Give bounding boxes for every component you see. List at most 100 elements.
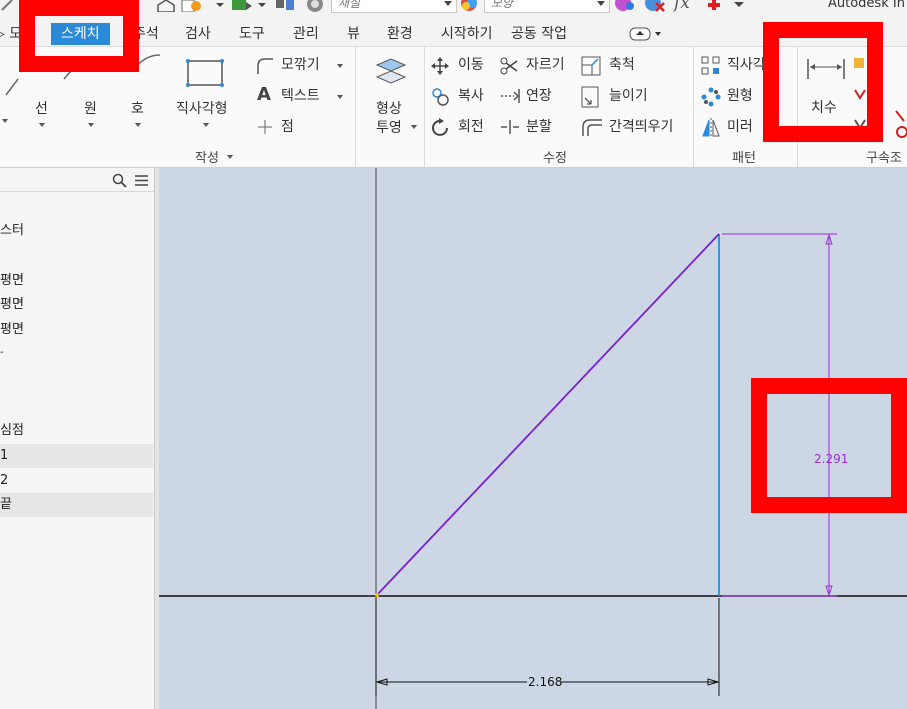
trim-scissors-icon[interactable] [500, 57, 518, 75]
app-title: Autodesk In [828, 0, 905, 11]
appearance-override-icon[interactable] [614, 0, 638, 12]
extend-icon[interactable] [500, 88, 520, 104]
chevron-down-icon[interactable] [216, 0, 224, 12]
horizontal-dimension-value[interactable]: 2.168 [528, 675, 562, 689]
rotate-tool-button[interactable]: 회전 [458, 118, 484, 136]
trim-tool-button[interactable]: 자르기 [526, 56, 565, 74]
tree-item[interactable]: 2 [0, 469, 153, 493]
search-icon[interactable] [112, 173, 127, 188]
copy-icon[interactable] [431, 87, 451, 107]
chevron-down-icon[interactable] [2, 119, 8, 123]
circle-tool-button[interactable]: 원 [84, 100, 97, 118]
copy-tool-button[interactable]: 복사 [458, 87, 484, 105]
tab-get-started[interactable]: 시작하기 [441, 23, 493, 45]
tree-item[interactable]: 평면 [0, 269, 153, 293]
scale-icon[interactable] [581, 56, 601, 76]
stretch-tool-button[interactable]: 늘이기 [609, 87, 648, 105]
project-geometry-label-1[interactable]: 형상 [376, 100, 402, 118]
chevron-down-icon[interactable] [337, 95, 343, 99]
extend-tool-button[interactable]: 연장 [526, 87, 552, 105]
tab-manage[interactable]: 관리 [293, 23, 319, 45]
chevron-down-icon[interactable] [135, 123, 141, 127]
stretch-icon[interactable] [581, 86, 601, 108]
sketch-canvas[interactable]: 2.168 2.291 [159, 168, 907, 709]
tab-inspect[interactable]: 검사 [185, 23, 211, 45]
tab-view[interactable]: 뷰 [347, 23, 360, 45]
home-icon[interactable] [155, 0, 177, 12]
ribbon-separator [693, 47, 694, 167]
move-tool-button[interactable]: 이동 [458, 56, 484, 74]
create-shapes-icons [5, 54, 161, 96]
parameters-fx-button[interactable]: fx [674, 0, 690, 12]
quick-access-toolbar: 재질 모양 fx Autodesk In [0, 0, 907, 20]
new-file-icon[interactable] [180, 0, 206, 12]
chevron-down-icon[interactable] [88, 123, 94, 127]
create-group-label[interactable]: 작성 [195, 147, 234, 166]
mirror-button[interactable]: 미러 [727, 118, 753, 136]
rectangle-icon[interactable] [186, 59, 226, 89]
offset-tool-button[interactable]: 간격띄우기 [609, 118, 673, 136]
project-geometry-icon[interactable] [371, 55, 411, 91]
point-icon[interactable] [257, 119, 273, 135]
show-constraints-icon[interactable] [892, 107, 907, 141]
scale-tool-button[interactable]: 축척 [609, 56, 635, 74]
split-icon[interactable] [500, 119, 520, 135]
mirror-icon[interactable] [701, 118, 721, 138]
tab-sketch[interactable]: 스케치 [51, 23, 110, 45]
split-tool-button[interactable]: 분할 [526, 118, 552, 136]
project-geometry-label-2[interactable]: 투영 [376, 119, 402, 137]
tree-item[interactable]: 평면 [0, 318, 153, 342]
material-combo[interactable]: 재질 [331, 0, 457, 13]
rectangular-pattern-button[interactable]: 직사각형 [727, 56, 779, 74]
measure-icon[interactable] [274, 0, 296, 12]
ribbon-display-toggle-icon[interactable] [629, 27, 665, 41]
tree-item[interactable]: 스터 [0, 219, 153, 243]
rectangular-pattern-icon[interactable] [701, 56, 721, 76]
pencil-icon[interactable] [0, 0, 20, 12]
text-tool-button[interactable]: 텍스트 [281, 87, 320, 105]
rectangle-tool-button[interactable]: 직사각형 [176, 100, 228, 118]
tab-model[interactable]: ▷ 모 [0, 23, 22, 45]
dimension-tool-button[interactable]: 치수 [811, 99, 837, 117]
tab-environments[interactable]: 환경 [387, 23, 413, 45]
chevron-down-icon [597, 1, 605, 6]
move-icon[interactable] [431, 57, 449, 75]
arc-tool-button[interactable]: 호 [131, 100, 144, 118]
fillet-tool-button[interactable]: 모깎기 [281, 56, 320, 74]
rotate-icon[interactable] [431, 118, 451, 138]
chevron-down-icon[interactable] [411, 125, 417, 129]
menu-icon[interactable] [134, 174, 149, 187]
add-plus-icon[interactable] [704, 0, 724, 12]
chevron-down-icon[interactable] [258, 0, 266, 12]
tab-tools[interactable]: 도구 [239, 23, 265, 45]
ribbon-tabs: ▷ 모 스케치 주석 검사 도구 관리 뷰 환경 시작하기 공동 작업 [0, 20, 907, 46]
sketch-geometry [159, 168, 907, 709]
text-icon: A [257, 84, 271, 105]
point-tool-button[interactable]: 점 [281, 118, 294, 136]
tree-item[interactable]: 1 [0, 444, 153, 468]
settings-sphere-icon[interactable] [304, 0, 326, 12]
ribbon-panel: 선 원 호 직사각형 모깎기 A 텍스트 점 작성 형상 투영 이동 자르기 축… [0, 46, 907, 168]
tree-item[interactable]: 평면 [0, 293, 153, 317]
fillet-icon[interactable] [255, 56, 275, 76]
tree-item-end-of-part[interactable]: 끝 [0, 493, 153, 517]
tree-expander[interactable]: - [0, 341, 153, 365]
appearance-combo[interactable]: 모양 [484, 0, 610, 13]
tab-annotate[interactable]: 주석 [133, 23, 159, 45]
circular-pattern-button[interactable]: 원형 [727, 87, 753, 105]
chevron-down-icon[interactable] [337, 64, 343, 68]
tab-collaborate[interactable]: 공동 작업 [511, 23, 567, 45]
chevron-down-icon[interactable] [39, 123, 45, 127]
offset-icon[interactable] [581, 118, 603, 138]
vertical-dimension-value[interactable]: 2.291 [814, 452, 848, 466]
update-icon[interactable] [232, 0, 254, 12]
tree-item[interactable]: 심점 [0, 419, 153, 443]
line-tool-button[interactable]: 선 [35, 100, 48, 118]
appearance-ball-icon[interactable] [460, 0, 482, 12]
chevron-down-icon[interactable] [734, 0, 744, 12]
chevron-down-icon[interactable] [203, 123, 209, 127]
circular-pattern-icon[interactable] [701, 87, 721, 107]
clear-appearance-icon[interactable] [644, 0, 668, 12]
dimension-icon[interactable] [806, 57, 846, 81]
constraint-icons[interactable] [852, 56, 868, 136]
